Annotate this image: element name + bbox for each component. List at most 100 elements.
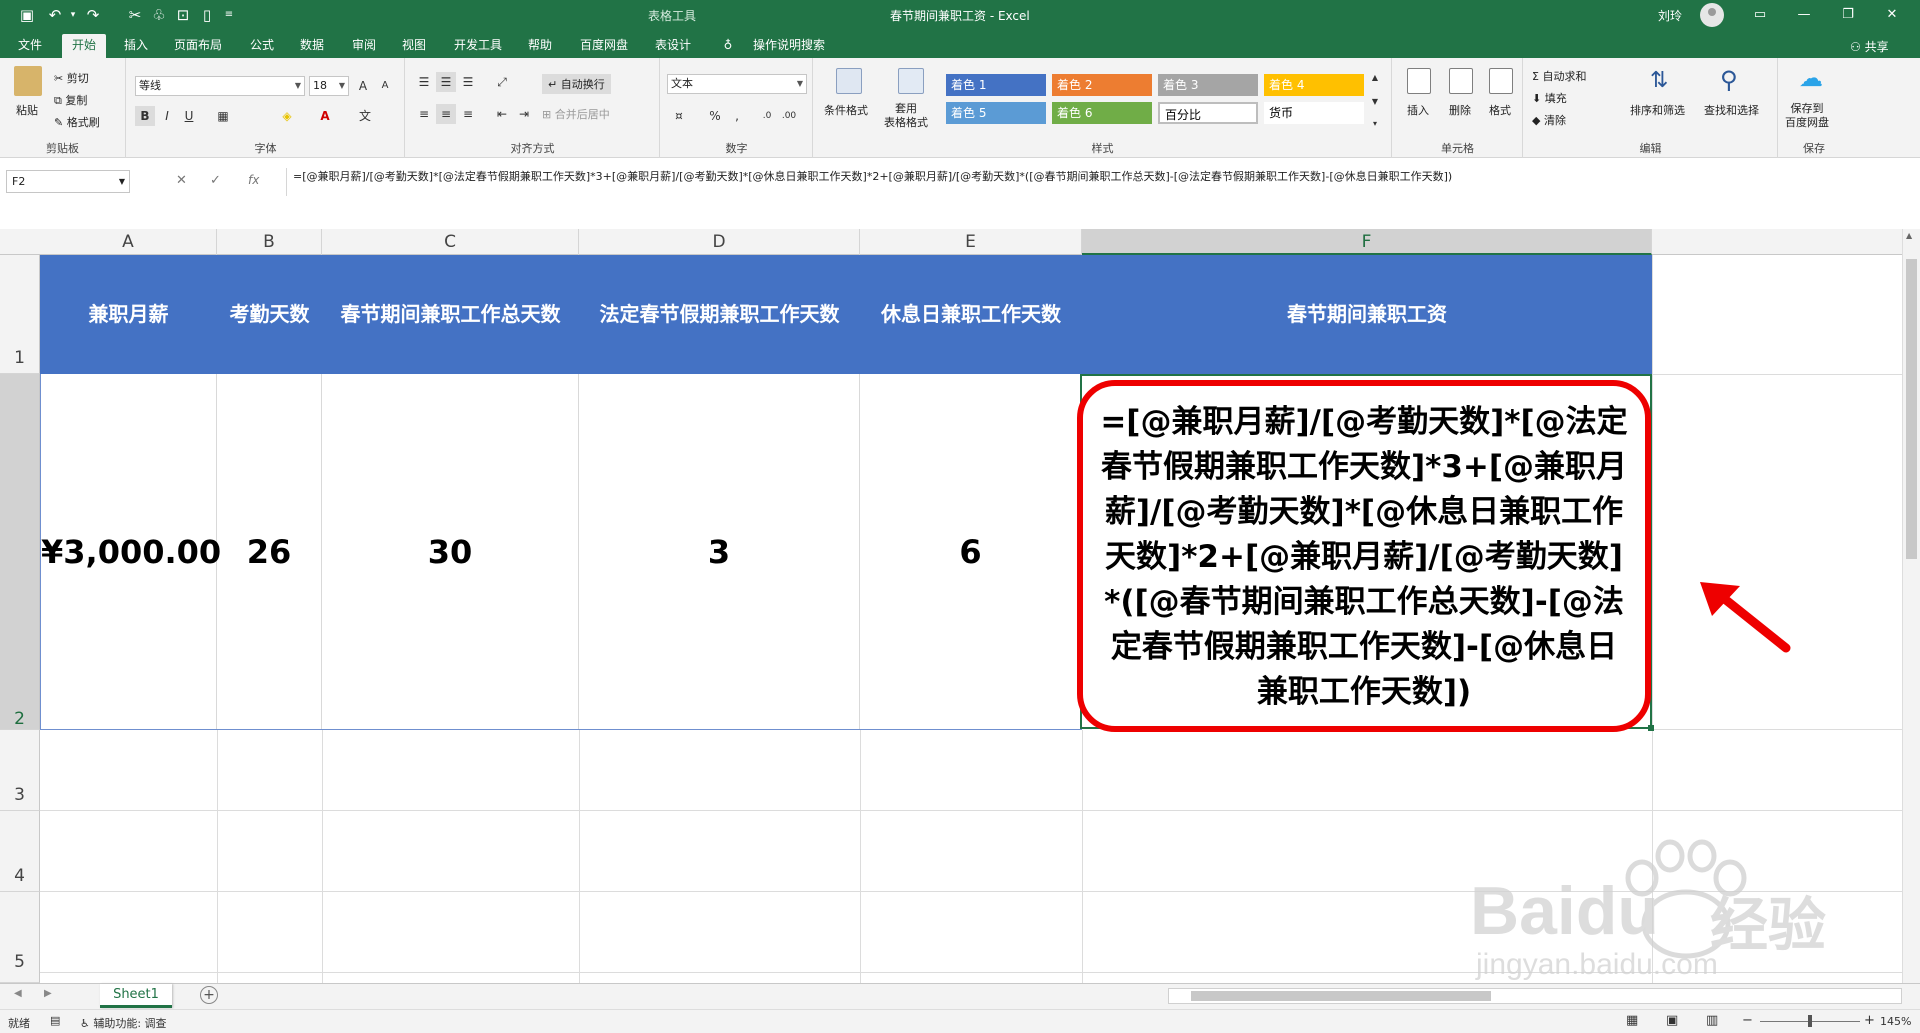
- format-painter-button[interactable]: ✎ 格式刷: [54, 114, 100, 130]
- cell-c2[interactable]: 30: [322, 374, 579, 730]
- delete-button[interactable]: 删除: [1449, 102, 1471, 118]
- delete-icon[interactable]: [1449, 68, 1473, 94]
- zoom-slider-thumb[interactable]: [1808, 1015, 1812, 1027]
- scroll-up-icon[interactable]: ▲: [1906, 231, 1912, 240]
- copy-button[interactable]: ⧉ 复制: [54, 92, 87, 108]
- sheet-tab-sheet1[interactable]: Sheet1: [100, 984, 172, 1008]
- save-to-netdisk-button[interactable]: 保存到 百度网盘: [1785, 102, 1829, 130]
- cell-f2-formula-highlight[interactable]: =[@兼职月薪]/[@考勤天数]*[@法定春节假期兼职工作天数]*3+[@兼职月…: [1077, 380, 1651, 732]
- fill-button[interactable]: ⬇ 填充: [1532, 90, 1567, 106]
- insert-icon[interactable]: [1407, 68, 1431, 94]
- user-name[interactable]: 刘玲: [1658, 7, 1682, 24]
- align-middle-icon[interactable]: ☰: [436, 72, 456, 92]
- sort-filter-button[interactable]: 排序和筛选: [1630, 102, 1685, 118]
- row-header-1[interactable]: 1: [0, 255, 40, 374]
- font-name-combo[interactable]: 等线 ▼: [135, 76, 305, 96]
- cell-b2[interactable]: 26: [217, 374, 322, 730]
- redo-icon[interactable]: ↷: [82, 5, 104, 25]
- cell-d1[interactable]: 法定春节假期兼职工作天数: [579, 255, 860, 374]
- style-accent-5[interactable]: 着色 5: [946, 102, 1046, 124]
- scroll-thumb[interactable]: [1906, 259, 1917, 559]
- enter-icon[interactable]: ✓: [210, 173, 221, 188]
- cell-a2[interactable]: ¥3,000.00: [40, 374, 221, 730]
- format-icon[interactable]: [1489, 68, 1513, 94]
- font-size-combo[interactable]: 18 ▼: [309, 76, 349, 96]
- cell-e1[interactable]: 休息日兼职工作天数: [860, 255, 1082, 374]
- close-icon[interactable]: ✕: [1872, 5, 1912, 25]
- tab-insert[interactable]: 插入: [114, 34, 158, 58]
- wrap-text-button[interactable]: ↵ 自动换行: [542, 74, 611, 94]
- new-icon[interactable]: ▯: [196, 5, 218, 25]
- formula-input[interactable]: =[@兼职月薪]/[@考勤天数]*[@法定春节假期兼职工作天数]*3+[@兼职月…: [286, 168, 1896, 196]
- paste-button[interactable]: 粘贴: [16, 102, 38, 118]
- row-header-3[interactable]: 3: [0, 730, 40, 811]
- border-icon[interactable]: ▦: [213, 106, 233, 126]
- find-icon[interactable]: ⚲: [1720, 66, 1738, 94]
- orientation-icon[interactable]: ⤢: [492, 72, 512, 92]
- zoom-in-icon[interactable]: +: [1864, 1013, 1875, 1028]
- vertical-scrollbar[interactable]: ▲: [1902, 229, 1920, 983]
- cut-icon[interactable]: ✂: [124, 5, 146, 25]
- cell-e2[interactable]: 6: [860, 374, 1082, 730]
- table-format-icon[interactable]: [898, 68, 924, 94]
- ribbon-display-icon[interactable]: ▭: [1740, 5, 1780, 25]
- autosum-button[interactable]: Σ 自动求和: [1532, 68, 1586, 84]
- shrink-font-icon[interactable]: A: [375, 76, 395, 96]
- column-header-b[interactable]: B: [217, 229, 322, 255]
- conditional-format-button[interactable]: 条件格式: [824, 102, 868, 118]
- tab-baidu-netdisk[interactable]: 百度网盘: [572, 34, 636, 58]
- style-accent-6[interactable]: 着色 6: [1052, 102, 1152, 124]
- insert-function-button[interactable]: fx: [248, 173, 259, 187]
- zoom-out-icon[interactable]: −: [1742, 1013, 1753, 1028]
- style-accent-2[interactable]: 着色 2: [1052, 74, 1152, 96]
- name-box[interactable]: F2 ▼: [6, 170, 130, 193]
- style-accent-3[interactable]: 着色 3: [1158, 74, 1258, 96]
- tab-formulas[interactable]: 公式: [240, 34, 284, 58]
- share-button[interactable]: ⚇ 共享: [1850, 38, 1889, 55]
- sort-filter-icon[interactable]: ⇅: [1650, 68, 1668, 93]
- row-header-5[interactable]: 5: [0, 892, 40, 983]
- cut-button[interactable]: ✂ 剪切: [54, 70, 89, 86]
- format-painter-icon[interactable]: ♧: [148, 5, 170, 25]
- cell-b1[interactable]: 考勤天数: [217, 255, 322, 374]
- tab-table-design[interactable]: 表设计: [646, 34, 700, 58]
- tab-data[interactable]: 数据: [290, 34, 334, 58]
- column-header-a[interactable]: A: [40, 229, 217, 255]
- row-header-4[interactable]: 4: [0, 811, 40, 892]
- paste-icon[interactable]: [14, 66, 42, 96]
- cell-a1[interactable]: 兼职月薪: [40, 255, 217, 374]
- currency-icon[interactable]: ¤: [669, 106, 689, 126]
- tab-page-layout[interactable]: 页面布局: [166, 34, 230, 58]
- horizontal-scrollbar[interactable]: [1168, 988, 1902, 1004]
- add-sheet-button[interactable]: +: [200, 986, 218, 1004]
- h-scroll-thumb[interactable]: [1191, 991, 1491, 1001]
- bold-button[interactable]: B: [135, 106, 155, 126]
- tab-view[interactable]: 视图: [392, 34, 436, 58]
- font-color-icon[interactable]: A: [315, 106, 335, 126]
- increase-decimal-icon[interactable]: .0: [757, 106, 777, 126]
- grow-font-icon[interactable]: A: [353, 76, 373, 96]
- conditional-format-icon[interactable]: [836, 68, 862, 94]
- page-break-view-icon[interactable]: ▥: [1706, 1013, 1718, 1028]
- decrease-decimal-icon[interactable]: .00: [779, 106, 799, 126]
- next-sheet-icon[interactable]: ▶: [44, 988, 52, 999]
- normal-view-icon[interactable]: ▦: [1626, 1013, 1638, 1028]
- insert-button[interactable]: 插入: [1407, 102, 1429, 118]
- cell-d2[interactable]: 3: [579, 374, 860, 730]
- row-header-2[interactable]: 2: [0, 374, 40, 730]
- zoom-level[interactable]: 145%: [1880, 1015, 1911, 1028]
- tell-me-search[interactable]: 操作说明搜索: [744, 34, 834, 58]
- restore-icon[interactable]: ❐: [1828, 5, 1868, 25]
- decrease-indent-icon[interactable]: ⇤: [492, 104, 512, 124]
- tab-developer[interactable]: 开发工具: [446, 34, 510, 58]
- column-header-c[interactable]: C: [322, 229, 579, 255]
- style-percent[interactable]: 百分比: [1158, 102, 1258, 124]
- cell-c1[interactable]: 春节期间兼职工作总天数: [322, 255, 579, 374]
- underline-button[interactable]: U: [179, 106, 199, 126]
- align-bottom-icon[interactable]: ☰: [458, 72, 478, 92]
- minimize-icon[interactable]: —: [1784, 5, 1824, 25]
- cancel-icon[interactable]: ✕: [176, 173, 187, 188]
- align-right-icon[interactable]: ≡: [458, 104, 478, 124]
- prev-sheet-icon[interactable]: ◀: [14, 988, 22, 999]
- style-currency[interactable]: 货币: [1264, 102, 1364, 124]
